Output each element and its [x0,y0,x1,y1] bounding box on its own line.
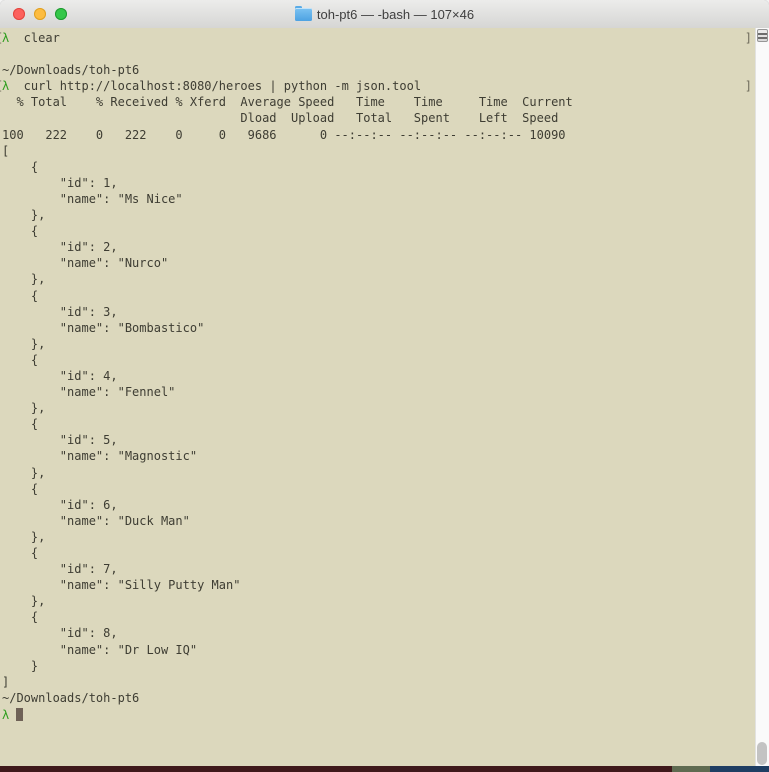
folder-icon [294,5,312,21]
output-line: }, [2,465,46,480]
output-line: "id": 5, [2,433,118,448]
scrollbar[interactable] [755,28,769,766]
window-title: toh-pt6 — -bash — 107×46 [316,6,475,22]
background-window-segment [710,766,769,772]
terminal-cursor [16,707,24,721]
output-line: }, [2,529,46,544]
output-line: "name": "Dr Low IQ" [2,642,198,657]
terminal-mark-right: ] [744,79,752,94]
output-line: "name": "Ms Nice" [2,191,183,206]
output-line: % Total % Received % Xferd Average Speed… [2,95,573,110]
output-line: "id": 3, [2,304,118,319]
output-line: Dload Upload Total Spent Left Speed [2,111,559,126]
output-line: }, [2,594,46,609]
output-line: "name": "Bombastico" [2,320,205,335]
output-line: { [2,610,39,625]
command-text: clear [9,31,60,45]
output-line: }, [2,336,46,351]
close-button[interactable] [13,8,25,20]
output-line: "id": 8, [2,626,118,641]
output-line: [ [2,143,10,158]
traffic-lights [13,8,67,20]
command-text: curl http://localhost:8080/heroes | pyth… [9,79,422,94]
output-line: { [2,224,39,239]
output-line: "name": "Nurco" [2,256,169,271]
prompt-line: λ [2,706,756,722]
terminal-screen[interactable]: [λ clear]~/Downloads/toh-pt6[λ curl http… [0,28,756,766]
output-line: }, [2,208,46,223]
background-window-edge [0,766,769,772]
scrollbar-marks-icon [757,29,768,42]
output-line: "id": 7, [2,562,118,577]
output-line: "name": "Fennel" [2,385,176,400]
title-group: toh-pt6 — -bash — 107×46 [294,5,475,22]
output-line: "id": 6, [2,497,118,512]
background-window-segment [672,766,710,772]
terminal-mark-left: [ [0,78,3,94]
output-line: { [2,417,39,432]
background-window-segment [0,766,672,772]
output-line: { [2,546,39,560]
terminal-window: toh-pt6 — -bash — 107×46 [λ clear]~/Down… [0,0,769,772]
zoom-button[interactable] [55,8,67,20]
output-line: ] [2,674,10,689]
output-line: { [2,159,39,174]
output-line: }, [2,401,46,416]
output-line: { [2,288,39,303]
output-line: } [2,658,39,673]
scrollbar-thumb[interactable] [757,742,767,765]
output-line: { [2,481,39,496]
output-line: "name": "Silly Putty Man" [2,578,241,593]
title-bar[interactable]: toh-pt6 — -bash — 107×46 [0,0,769,29]
output-line: { [2,352,39,367]
output-line: }, [2,272,46,287]
output-line: "name": "Duck Man" [2,513,190,528]
output-line: ~/Downloads/toh-pt6 [2,63,140,78]
command-line: [λ clear] [0,30,756,46]
output-line: "name": "Magnostic" [2,449,198,464]
terminal-mark-right: ] [744,31,752,45]
output-line: "id": 1, [2,175,118,190]
terminal-mark-left: [ [0,30,3,46]
command-line: [λ curl http://localhost:8080/heroes | p… [0,78,756,94]
output-line: ~/Downloads/toh-pt6 [2,690,140,705]
minimize-button[interactable] [34,8,46,20]
output-line: "id": 2, [2,240,118,255]
output-line: 100 222 0 222 0 0 9686 0 --:--:-- --:--:… [2,127,566,142]
output-line: "id": 4, [2,368,118,383]
